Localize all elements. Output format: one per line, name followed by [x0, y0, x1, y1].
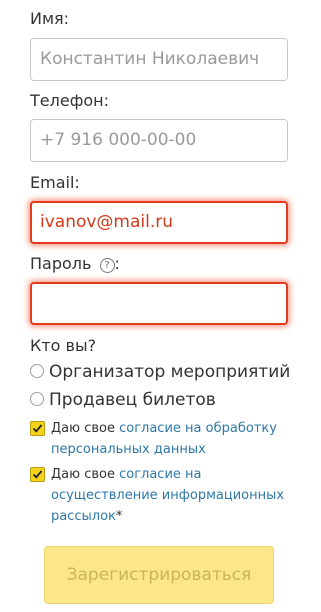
consent-suffix: * [115, 509, 123, 524]
radio-organizer[interactable]: Организатор мероприятий [30, 361, 290, 383]
radio-circle-icon[interactable] [30, 392, 44, 406]
phone-label: Телефон: [30, 91, 110, 110]
radio-circle-icon[interactable] [30, 364, 44, 378]
radio-organizer-label: Организатор мероприятий [49, 362, 291, 382]
phone-input[interactable]: +7 916 000-00-00 [30, 119, 288, 162]
email-input[interactable]: ivanov@mail.ru [30, 201, 288, 244]
radio-ticket-seller-label: Продавец билетов [49, 390, 216, 410]
consent-personal-data: Даю свое согласие на обработку персональ… [30, 418, 300, 460]
name-input[interactable]: Константин Николаевич [30, 38, 288, 81]
checkbox-personal-data[interactable] [30, 421, 45, 436]
checkmark-icon [32, 424, 43, 433]
register-button[interactable]: Зарегистрироваться [44, 546, 274, 604]
question-circle-icon[interactable]: ? [99, 258, 115, 273]
radio-ticket-seller[interactable]: Продавец билетов [30, 389, 216, 411]
password-label-suffix: : [114, 254, 120, 273]
consent-prefix: Даю свое [51, 421, 120, 436]
consent-prefix: Даю свое [51, 467, 120, 482]
password-label: Пароль ?: [30, 254, 120, 274]
checkmark-icon [32, 470, 43, 479]
name-label: Имя: [30, 9, 70, 28]
password-label-text: Пароль [30, 254, 92, 273]
role-label: Кто вы? [30, 336, 97, 355]
email-label: Email: [30, 173, 80, 192]
checkbox-mailing[interactable] [30, 467, 45, 482]
consent-mailing: Даю свое согласие на осуществление инфор… [30, 464, 300, 527]
password-input[interactable] [30, 282, 288, 325]
